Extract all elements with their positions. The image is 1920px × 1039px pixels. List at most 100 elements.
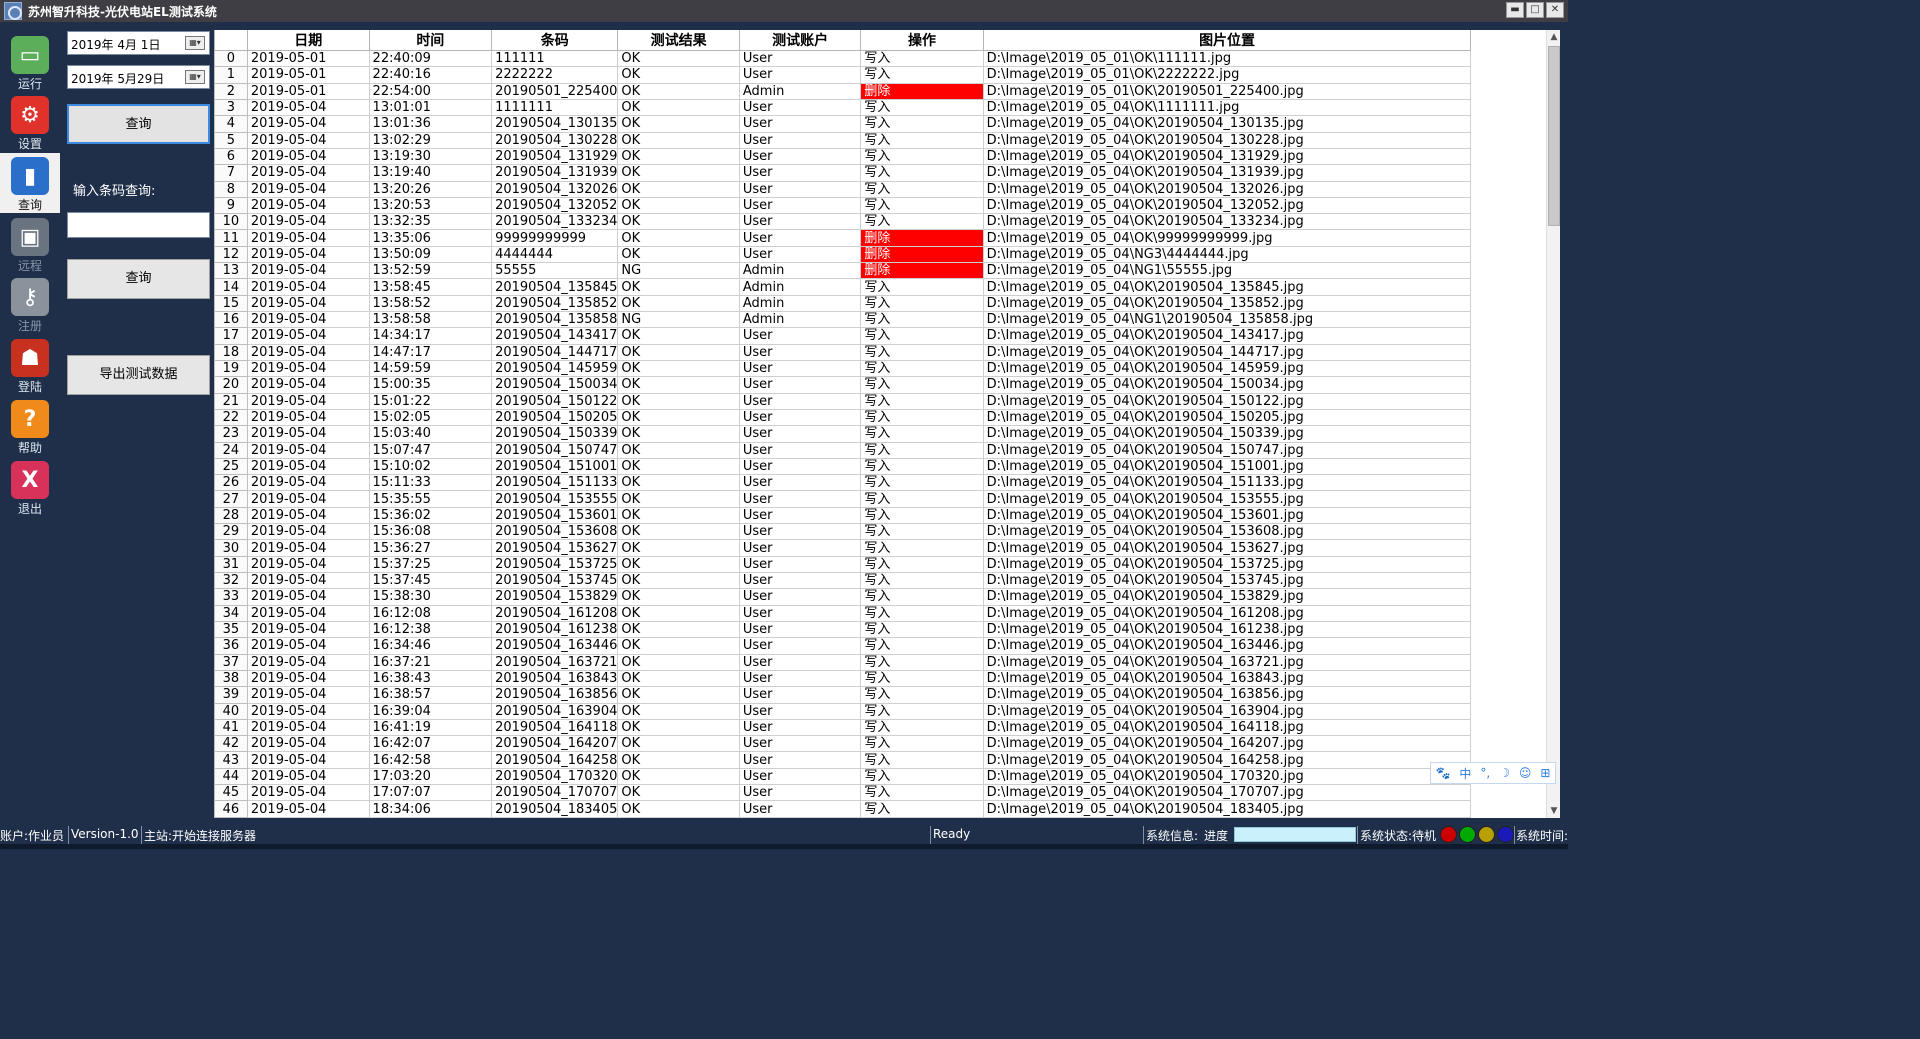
table-row[interactable]: 30 2019-05-04 15:36:27 20190504_153627 OK Use…: [214, 539, 1546, 557]
table-cell[interactable]: 删除: [860, 245, 984, 264]
calendar-dropdown-icon[interactable]: ▦▾: [185, 70, 205, 84]
column-header[interactable]: 条码: [491, 30, 619, 51]
table-row[interactable]: 14 2019-05-04 13:58:45 20190504_135845 OK Adm…: [214, 278, 1546, 296]
grid-menu-icon[interactable]: ⊞: [1540, 766, 1550, 780]
table-cell[interactable]: 写入: [860, 164, 984, 182]
table-cell[interactable]: 写入: [860, 702, 984, 720]
table-row[interactable]: 21 2019-05-04 15:01:22 20190504_150122 OK Use…: [214, 392, 1546, 410]
table-row[interactable]: 15 2019-05-04 13:58:52 20190504_135852 OK Adm…: [214, 294, 1546, 313]
table-row[interactable]: 9 2019-05-04 13:20:53 20190504_132052 OK User…: [214, 196, 1546, 215]
table-cell[interactable]: 写入: [860, 66, 984, 84]
table-row[interactable]: 35 2019-05-04 16:12:38 20190504_161238 OK Use…: [214, 620, 1546, 639]
table-row[interactable]: 12 2019-05-04 13:50:09 4444444 OK User 删除 D:\Im…: [214, 245, 1546, 264]
table-cell[interactable]: 写入: [860, 474, 984, 492]
results-table[interactable]: 日期 时间 条码 测试结果 测试账户 操作 图片位置 0 2019-05-01 22:40:09…: [214, 30, 1546, 818]
table-row[interactable]: 34 2019-05-04 16:12:08 20190504_161208 OK Use…: [214, 604, 1546, 622]
query-by-date-button[interactable]: 查询: [67, 104, 210, 144]
table-row[interactable]: 40 2019-05-04 16:39:04 20190504_163904 OK Use…: [214, 702, 1546, 720]
table-cell[interactable]: 写入: [860, 49, 984, 68]
table-row[interactable]: 5 2019-05-04 13:02:29 20190504_130228 OK User…: [214, 131, 1546, 149]
table-row[interactable]: 18 2019-05-04 14:47:17 20190504_144717 OK Use…: [214, 343, 1546, 361]
table-cell[interactable]: 写入: [860, 588, 984, 606]
column-header[interactable]: 操作: [860, 30, 984, 51]
table-row[interactable]: 36 2019-05-04 16:34:46 20190504_163446 OK Use…: [214, 637, 1546, 655]
scroll-down-icon[interactable]: ▼: [1548, 804, 1560, 818]
table-cell[interactable]: 写入: [860, 784, 984, 802]
nav-item-monitor[interactable]: ▭ 运行: [0, 32, 60, 92]
table-cell[interactable]: 写入: [860, 213, 984, 231]
nav-item-user-login[interactable]: ☗ 登陆: [0, 335, 60, 395]
column-header[interactable]: 时间: [368, 30, 493, 51]
nav-item-key[interactable]: ⚷ 注册: [0, 274, 60, 334]
table-cell[interactable]: 写入: [860, 425, 984, 443]
nav-item-help[interactable]: ? 帮助: [0, 396, 60, 456]
table-row[interactable]: 33 2019-05-04 15:38:30 20190504_153829 OK Use…: [214, 588, 1546, 606]
minimize-button[interactable]: ▬: [1506, 2, 1524, 18]
table-row[interactable]: 25 2019-05-04 15:10:02 20190504_151001 OK Use…: [214, 457, 1546, 476]
column-header[interactable]: [214, 30, 248, 51]
nav-item-exit[interactable]: X 退出: [0, 457, 60, 517]
table-cell[interactable]: 写入: [860, 115, 984, 133]
table-row[interactable]: 13 2019-05-04 13:52:59 55555 NG Admin 删除 D:\Ima…: [214, 262, 1546, 280]
nav-item-bar-chart[interactable]: ▮ 查询: [0, 153, 60, 213]
table-row[interactable]: 10 2019-05-04 13:32:35 20190504_133234 OK Use…: [214, 213, 1546, 231]
column-header[interactable]: 日期: [246, 30, 370, 51]
table-row[interactable]: 20 2019-05-04 15:00:35 20190504_150034 OK Use…: [214, 376, 1546, 394]
scrollbar-thumb[interactable]: [1548, 46, 1560, 226]
table-cell[interactable]: 写入: [860, 196, 984, 215]
table-row[interactable]: 28 2019-05-04 15:36:02 20190504_153601 OK Use…: [214, 506, 1546, 525]
date-to-picker[interactable]: 2019年 5月29日 ▦▾: [67, 65, 210, 89]
table-cell[interactable]: 写入: [860, 147, 984, 166]
table-row[interactable]: 26 2019-05-04 15:11:33 20190504_151133 OK Use…: [214, 474, 1546, 492]
table-row[interactable]: 31 2019-05-04 15:37:25 20190504_153725 OK Use…: [214, 555, 1546, 574]
table-row[interactable]: 23 2019-05-04 15:03:40 20190504_150339 OK Use…: [214, 425, 1546, 443]
table-cell[interactable]: 写入: [860, 408, 984, 427]
table-cell[interactable]: 写入: [860, 180, 984, 198]
column-header[interactable]: 图片位置: [982, 30, 1472, 51]
table-cell[interactable]: 写入: [860, 392, 984, 410]
table-row[interactable]: 38 2019-05-04 16:38:43 20190504_163843 OK Use…: [214, 669, 1546, 688]
nav-item-gear[interactable]: ⚙ 设置: [0, 92, 60, 152]
table-row[interactable]: 27 2019-05-04 15:35:55 20190504_153555 OK Use…: [214, 490, 1546, 508]
table-cell[interactable]: 写入: [860, 359, 984, 378]
table-row[interactable]: 0 2019-05-01 22:40:09 111111 OK User 写入 D:\Imag…: [214, 49, 1546, 68]
table-row[interactable]: 2 2019-05-01 22:54:00 20190501_225400 OK Admi…: [214, 82, 1546, 100]
table-row[interactable]: 24 2019-05-04 15:07:47 20190504_150747 OK Use…: [214, 441, 1546, 459]
table-row[interactable]: 39 2019-05-04 16:38:57 20190504_163856 OK Use…: [214, 686, 1546, 704]
table-row[interactable]: 6 2019-05-04 13:19:30 20190504_131929 OK User…: [214, 147, 1546, 166]
table-row[interactable]: 37 2019-05-04 16:37:21 20190504_163721 OK Use…: [214, 653, 1546, 671]
table-row[interactable]: 7 2019-05-04 13:19:40 20190504_131939 OK User…: [214, 164, 1546, 182]
table-row[interactable]: 44 2019-05-04 17:03:20 20190504_170320 OK Use…: [214, 767, 1546, 786]
table-cell[interactable]: 写入: [860, 506, 984, 525]
nav-item-remote-desktop[interactable]: ▣ 远程: [0, 214, 60, 274]
ime-toolbar[interactable]: 🐾 中 °, ☽ ☺ ⊞: [1430, 762, 1556, 784]
table-cell[interactable]: 写入: [860, 637, 984, 655]
table-cell[interactable]: 写入: [860, 604, 984, 622]
table-row[interactable]: 22 2019-05-04 15:02:05 20190504_150205 OK Use…: [214, 408, 1546, 427]
vertical-scrollbar[interactable]: ▲ ▼: [1546, 30, 1560, 818]
table-row[interactable]: 17 2019-05-04 14:34:17 20190504_143417 OK Use…: [214, 327, 1546, 345]
table-cell[interactable]: 写入: [860, 457, 984, 476]
table-cell[interactable]: 写入: [860, 539, 984, 557]
date-from-picker[interactable]: 2019年 4月 1日 ▦▾: [67, 31, 210, 55]
table-row[interactable]: 11 2019-05-04 13:35:06 99999999999 OK User 删除 D…: [214, 229, 1546, 247]
table-row[interactable]: 29 2019-05-04 15:36:08 20190504_153608 OK Use…: [214, 523, 1546, 541]
table-row[interactable]: 42 2019-05-04 16:42:07 20190504_164207 OK Use…: [214, 735, 1546, 753]
table-row[interactable]: 1 2019-05-01 22:40:16 2222222 OK User 写入 D:\Ima…: [214, 66, 1546, 84]
table-cell[interactable]: 写入: [860, 800, 984, 818]
table-cell[interactable]: 写入: [860, 620, 984, 639]
paw-icon[interactable]: 🐾: [1435, 766, 1450, 780]
table-cell[interactable]: 写入: [860, 751, 984, 769]
table-cell[interactable]: 写入: [860, 555, 984, 574]
table-row[interactable]: 4 2019-05-04 13:01:36 20190504_130135 OK User…: [214, 115, 1546, 133]
table-row[interactable]: 3 2019-05-04 13:01:01 1111111 OK User 写入 D:\Ima…: [214, 98, 1546, 117]
table-cell[interactable]: 写入: [860, 376, 984, 394]
punctuation-icon[interactable]: °,: [1480, 766, 1490, 780]
table-cell[interactable]: 写入: [860, 735, 984, 753]
table-cell[interactable]: 写入: [860, 571, 984, 590]
moon-icon[interactable]: ☽: [1499, 766, 1510, 780]
table-cell[interactable]: 写入: [860, 686, 984, 704]
table-cell[interactable]: 写入: [860, 131, 984, 149]
table-cell[interactable]: 写入: [860, 343, 984, 361]
user-icon[interactable]: ☺: [1519, 766, 1532, 780]
